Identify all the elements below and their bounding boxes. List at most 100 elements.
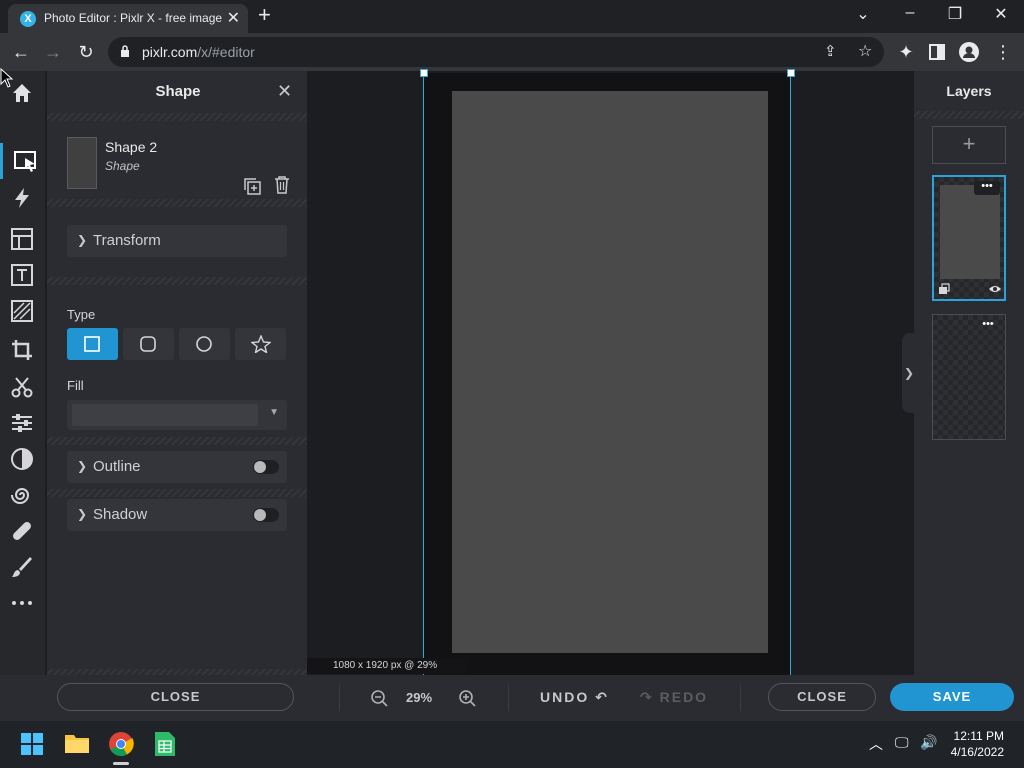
browser-menu-icon[interactable]: ⋮ <box>992 41 1014 63</box>
active-app-indicator <box>113 762 129 765</box>
resize-handle[interactable] <box>787 69 795 77</box>
panel-divider <box>47 489 309 497</box>
draw-tool-icon[interactable] <box>0 549 45 585</box>
zoom-out-icon[interactable] <box>370 689 388 707</box>
element-tool-icon[interactable] <box>0 293 45 329</box>
cutout-tool-icon[interactable] <box>0 369 45 405</box>
volume-icon[interactable]: 🔊 <box>920 734 937 751</box>
panel-divider <box>47 437 309 445</box>
share-icon[interactable]: ⇪ <box>824 42 837 60</box>
minimize-icon[interactable]: – <box>895 4 925 22</box>
retouch-tool-icon[interactable] <box>0 513 45 549</box>
new-tab-icon[interactable]: + <box>258 4 271 26</box>
divider <box>508 685 509 711</box>
divider <box>740 685 741 711</box>
undo-label: UNDO <box>540 689 590 705</box>
star-shape-icon <box>251 335 271 353</box>
panel-close-button[interactable]: CLOSE <box>57 683 294 711</box>
shadow-section[interactable]: ❯ Shadow <box>67 499 287 531</box>
resize-handle[interactable] <box>420 69 428 77</box>
more-tools-icon[interactable] <box>0 585 45 621</box>
visibility-eye-icon[interactable] <box>988 284 1002 294</box>
clock-time[interactable]: 12:11 PM <box>954 729 1004 743</box>
shape-name: Shape 2 <box>105 139 158 155</box>
duplicate-icon[interactable] <box>243 177 261 195</box>
document-info: 1080 x 1920 px @ 29% <box>307 658 467 674</box>
lock-icon[interactable] <box>120 45 130 57</box>
panel-close-icon[interactable]: ✕ <box>277 81 292 102</box>
address-bar[interactable]: pixlr.com/x/#editor ⇪ ☆ <box>108 37 884 67</box>
redo-button[interactable]: ↷ REDO <box>640 689 708 706</box>
liquify-tool-icon[interactable] <box>0 477 45 513</box>
pixlr-favicon-icon: X <box>20 11 36 27</box>
filter-tool-icon[interactable] <box>0 441 45 477</box>
layer-menu-icon[interactable]: ••• <box>974 181 1000 195</box>
adjustment-tool-icon[interactable] <box>0 405 45 441</box>
profile-icon[interactable] <box>959 42 979 62</box>
rectangle-icon <box>84 336 100 352</box>
add-layer-button[interactable]: + <box>932 126 1006 164</box>
windows-start-icon[interactable] <box>20 732 46 758</box>
browser-tab[interactable]: X Photo Editor : Pixlr X - free image ed… <box>8 4 248 33</box>
reload-icon[interactable]: ↻ <box>75 41 97 63</box>
transform-section[interactable]: ❯ Transform <box>67 225 287 257</box>
extensions-icon[interactable]: ✦ <box>895 41 917 63</box>
circle-icon <box>196 336 212 352</box>
panel-divider <box>914 111 1024 119</box>
spreadsheet-app-icon[interactable] <box>154 731 180 757</box>
fill-label: Fill <box>67 378 84 393</box>
crop-tool-icon[interactable] <box>0 332 45 368</box>
tab-close-icon[interactable]: ✕ <box>227 8 240 28</box>
layer-menu-icon[interactable]: ••• <box>975 319 1001 333</box>
forward-icon[interactable]: → <box>42 41 64 63</box>
quick-fix-icon[interactable] <box>0 180 45 216</box>
zoom-level: 29% <box>406 690 433 705</box>
layer-lock-icon[interactable] <box>938 283 950 295</box>
clock-date[interactable]: 4/16/2022 <box>951 745 1004 759</box>
zoom-in-icon[interactable] <box>458 689 476 707</box>
type-star-button[interactable] <box>235 328 286 360</box>
back-icon[interactable]: ← <box>10 41 32 63</box>
divider <box>339 685 340 711</box>
type-rounded-rectangle-button[interactable] <box>123 328 174 360</box>
delete-icon[interactable] <box>274 176 290 194</box>
undo-button[interactable]: UNDO ↶ <box>540 689 609 706</box>
maximize-icon[interactable]: ❐ <box>940 4 970 24</box>
shadow-toggle[interactable] <box>253 508 279 522</box>
text-tool-icon[interactable] <box>0 257 45 293</box>
tab-search-icon[interactable]: ⌄ <box>848 4 878 24</box>
layer-thumbnail <box>940 185 1000 279</box>
chevron-right-icon: ❯ <box>77 507 88 521</box>
panel-divider <box>47 199 309 207</box>
layer-item-background[interactable]: ••• <box>932 314 1006 440</box>
fill-color-select[interactable]: ▼ <box>67 400 287 430</box>
transform-label: Transform <box>93 232 161 249</box>
chrome-icon[interactable] <box>108 731 134 757</box>
panel-title: Shape <box>155 83 201 100</box>
type-circle-button[interactable] <box>179 328 230 360</box>
save-button[interactable]: SAVE <box>890 683 1014 711</box>
file-explorer-icon[interactable] <box>64 731 90 757</box>
tray-chevron-up-icon[interactable]: ︿ <box>869 734 883 754</box>
rounded-rectangle-icon <box>140 336 156 352</box>
layout-icon[interactable] <box>0 221 45 257</box>
star-icon[interactable]: ☆ <box>858 41 872 61</box>
network-icon[interactable]: 🖵 <box>895 734 909 751</box>
close-editor-button[interactable]: CLOSE <box>768 683 876 711</box>
sidepanel-icon[interactable] <box>929 44 945 60</box>
chevron-right-icon: ❯ <box>77 233 88 247</box>
mouse-cursor-icon <box>0 68 14 88</box>
tool-sidebar <box>0 71 45 721</box>
type-rectangle-button[interactable] <box>67 328 118 360</box>
type-label: Type <box>67 307 96 322</box>
panel-divider <box>47 277 309 285</box>
outline-toggle[interactable] <box>253 460 279 474</box>
canvas-area[interactable]: 1080 x 1920 px @ 29% <box>307 69 914 675</box>
taskbar: ︿ 🖵 🔊 12:11 PM 4/16/2022 <box>0 721 1024 768</box>
browser-toolbar: ← → ↻ pixlr.com/x/#editor ⇪ ☆ ✦ ⋮ <box>0 33 1024 71</box>
arrange-tool-icon[interactable] <box>0 143 45 179</box>
pixlr-editor: Shape ✕ Shape 2 Shape ❯ Transform Type F… <box>0 69 1024 721</box>
outline-section[interactable]: ❯ Outline <box>67 451 287 483</box>
layer-item-shape[interactable]: ••• <box>932 175 1006 301</box>
window-close-icon[interactable]: ✕ <box>986 4 1016 24</box>
